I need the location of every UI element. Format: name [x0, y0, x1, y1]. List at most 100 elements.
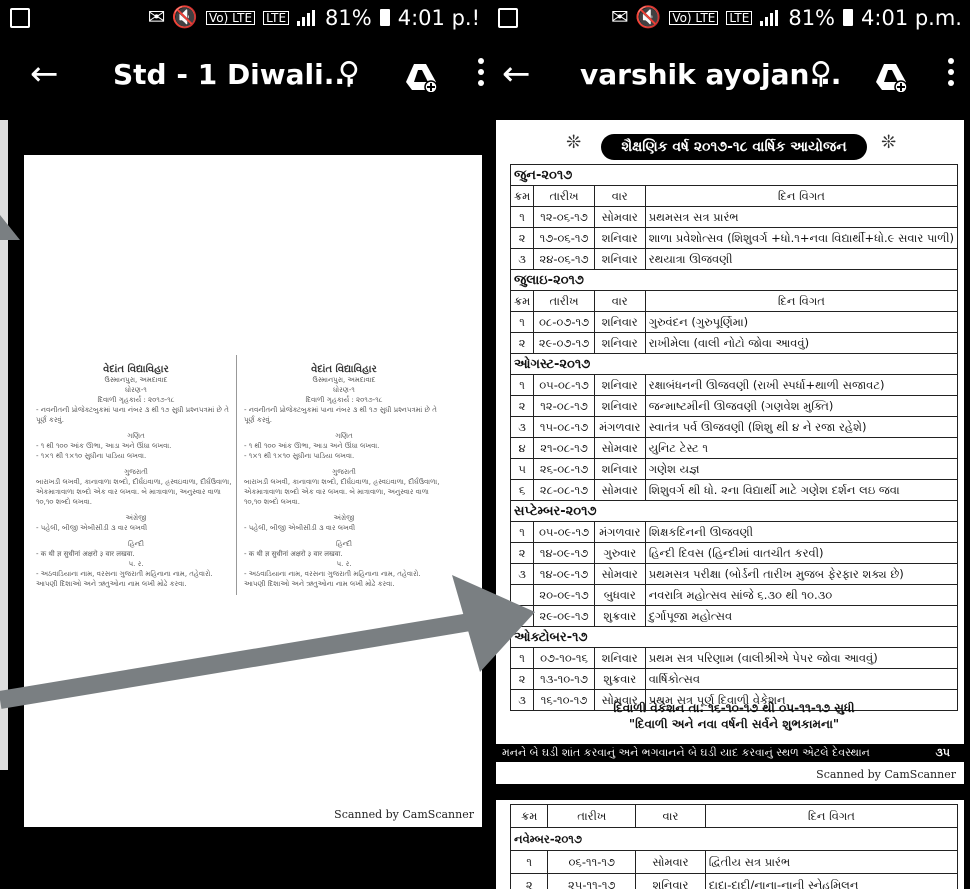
table-cell: ૧૪-૦૯-૧૭	[533, 563, 595, 585]
table-cell: ૩	[509, 248, 535, 270]
table-row: ૬ ૨૮-૦૮-૧૭ સોમવાર શિશુવર્ગ થી ધો. ૨ના વિદ્ય…	[509, 479, 959, 501]
standard: ધોરણ-૧	[125, 386, 147, 394]
table-cell: ગણેશ યજ્ઞ	[644, 458, 959, 480]
math-line: - ૧ થી ૧૦૦ આંક ઊભા, આડા અને ઊંધા લખવા.	[244, 442, 380, 450]
notification-icons: ✉ 🔇	[147, 5, 199, 29]
table-cell: ૨	[509, 668, 535, 690]
month-header: નવેમ્બર-૨૦૧૭	[510, 827, 958, 851]
hindi-heading: હિન્દી	[128, 540, 144, 548]
table-row: ૧ ૦૫-૦૯-૧૭ મંગળવાર શિક્ષકદિનની ઊજવણી	[509, 521, 959, 543]
background-edge	[0, 120, 8, 770]
ev-text: - અઠવાડિયાના નામ, વરસના ગુજરાતી મહિનાના …	[244, 570, 421, 588]
battery-icon	[379, 9, 390, 26]
back-arrow-icon[interactable]: ←	[30, 54, 59, 94]
math-heading: ગણિત	[335, 432, 353, 440]
table-cell: શનિવાર	[635, 873, 706, 889]
ev-heading: પ. ર.	[128, 560, 144, 568]
table-cell: ૧૫-૦૮-૧૭	[533, 416, 595, 438]
volte-badge: Vo) LTE	[669, 10, 719, 25]
column-header: ક્રમ	[509, 804, 549, 828]
table-cell: ૨૦-૦૯-૧૭	[533, 584, 595, 606]
month-label: ઓક્ટોબર-૧૭	[510, 626, 958, 648]
annual-plan-page: ❊ શૈક્ષણિક વર્ષ ૨૦૧૭-૧૮ વાર્ષિક આયોજન ❊ …	[496, 120, 964, 784]
table-row: ૨ ૨૫-૧૧-૧૭ શનિવાર દાદા-દાદી/નાના-નાની સ્નેહ…	[509, 873, 959, 889]
table-cell: ૩	[509, 563, 535, 585]
more-options-icon[interactable]	[948, 58, 954, 91]
gujarati-heading: ગુજરાતી	[332, 468, 356, 476]
vacation-note: દિવાળી વેકેશન તા. ૧૬-૧૦-૧૭ થી ૦૫-૧૧-૧૭ સ…	[510, 700, 958, 732]
month-header: ઓક્ટોબર-૧૭	[510, 626, 958, 648]
column-header: ક્રમ	[509, 185, 535, 207]
table-cell	[509, 584, 535, 606]
table-row: ૨ ૧૭-૦૬-૧૭ શનિવાર શાળા પ્રવેશોત્સવ (શિશુવર્…	[509, 227, 959, 249]
more-options-icon[interactable]	[478, 58, 484, 91]
month-label: જુન-૨૦૧૭	[510, 164, 958, 186]
hindi-text: - क थी ज्ञ सुधीनां अक्षरो ३ वार लखवा.	[244, 550, 343, 558]
table-cell: શનિવાર	[593, 395, 646, 417]
app-bar: ← varshik ayojan... ⚲	[488, 36, 970, 116]
standard: ધોરણ-૧	[333, 386, 355, 394]
table-cell	[509, 605, 535, 627]
page-number: ૩૫	[935, 746, 950, 759]
column-header: વાર	[635, 804, 706, 828]
scanner-watermark: Scanned by CamScanner	[816, 768, 956, 781]
status-right: ✉ 🔇 Vo) LTE LTE 81% 4:01 p.!	[148, 5, 480, 30]
table-cell: શનિવાર	[593, 332, 646, 354]
english-text: - પહેલી, બીજી એબીસીડી ૩ વાર લખવી	[36, 524, 148, 532]
schedule-table-continued: ક્રમ તારીખ વાર દિન વિગત નવેમ્બર-૨૦૧૭ ૧ ૦૬-૧૧-૧…	[509, 804, 959, 889]
notification-icons: ✉ 🔇	[610, 5, 662, 29]
month-label: ઓગસ્ટ-૨૦૧૭	[510, 353, 958, 375]
column-header: તારીખ	[547, 804, 637, 828]
table-cell: ૧	[509, 311, 535, 333]
scanner-watermark: Scanned by CamScanner	[334, 808, 474, 821]
add-to-drive-icon[interactable]	[874, 62, 908, 92]
table-cell: શનિવાર	[593, 311, 646, 333]
add-to-drive-icon[interactable]	[404, 62, 438, 92]
table-row: ૨ ૧૪-૦૯-૧૭ ગુરુવાર હિન્દી દિવસ (હિન્દીમાં વ…	[509, 542, 959, 564]
table-cell: યુનિટ ટેસ્ટ ૧	[644, 437, 959, 459]
month-label: નવેમ્બર-૨૦૧૭	[510, 827, 958, 851]
column-header: તારીખ	[533, 290, 595, 312]
column-header-row: ક્રમ તારીખ વાર દિન વિગત	[509, 185, 959, 207]
school-name: વેદાંત વિદ્યાવિહાર	[103, 364, 169, 375]
table-cell: જન્માષ્ટમીની ઊજવણી (ગણવેશ મુક્તિ)	[644, 395, 959, 417]
search-icon[interactable]: ⚲	[810, 56, 832, 91]
table-cell: સોમવાર	[593, 563, 646, 585]
ornament-icon: ❊	[881, 132, 897, 153]
table-cell: ૨	[509, 395, 535, 417]
table-row: ૩ ૧૪-૦૯-૧૭ સોમવાર પ્રથમસત્ર પરીક્ષા (બોર્ડન…	[509, 563, 959, 585]
month-header: જુલાઇ-૨૦૧૭	[510, 269, 958, 291]
table-cell: શાળા પ્રવેશોત્સવ (શિશુવર્ગ +ધો.૧+નવા વિદ…	[644, 227, 959, 249]
gujarati-text: બારાખડી લખવી, કાનાવાળા શબ્દો, દીર્ઘઇવાળા…	[244, 478, 440, 506]
table-cell: હિન્દી દિવસ (હિન્દીમાં વાતચીત કરવી)	[644, 542, 959, 564]
table-cell: ૨	[509, 873, 549, 889]
column-header: તારીખ	[533, 185, 595, 207]
hindi-heading: હિન્દી	[336, 540, 352, 548]
status-right: ✉ 🔇 Vo) LTE LTE 81% 4:01 p.m.	[611, 5, 962, 30]
plan-banner: શૈક્ષણિક વર્ષ ૨૦૧૭-૧૮ વાર્ષિક આયોજન	[601, 134, 867, 160]
search-icon[interactable]: ⚲	[338, 56, 360, 91]
table-cell: ૨	[509, 332, 535, 354]
table-cell: ૨	[509, 227, 535, 249]
table-cell: શિક્ષકદિનની ઊજવણી	[644, 521, 959, 543]
table-cell: પ્રથમ સત્ર પરિણામ (વાલીશ્રીએ પેપર જોવા આ…	[644, 647, 959, 669]
table-cell: ૦૫-૦૮-૧૭	[533, 374, 595, 396]
english-heading: અંગ્રેજી	[333, 514, 355, 522]
table-row: ૧ ૦૫-૦૮-૧૭ શનિવાર રક્ષાબંધનની ઊજવણી (રાખી સ…	[509, 374, 959, 396]
vacation-text: દિવાળી વેકેશન તા. ૧૬-૧૦-૧૭ થી ૦૫-૧૧-૧૭ સ…	[613, 701, 855, 715]
column-header: દિન વિગત	[644, 185, 959, 207]
table-cell: ૫	[509, 458, 535, 480]
table-row: ૨૦-૦૯-૧૭ બુધવાર નવરાત્રિ મહોત્સવ સાંજે ૬.૩…	[509, 584, 959, 606]
table-cell: ૦૭-૧૦-૧૬	[533, 647, 595, 669]
table-cell: શુક્રવાર	[593, 605, 646, 627]
month-header: ઓગસ્ટ-૨૦૧૭	[510, 353, 958, 375]
school-address: ઉસ્માનપુરા, અમદાવાદ	[312, 376, 376, 384]
back-arrow-icon[interactable]: ←	[502, 54, 531, 94]
table-cell: દ્વિતીય સત્ર પ્રારંભ	[704, 850, 959, 874]
intro-text: - નવનીતની પ્રોજેક્ટબુકમાં પાના નંબર ૩ થી…	[244, 406, 437, 424]
schedule-table: જુન-૨૦૧૭ ક્રમ તારીખ વાર દિન વિગત ૧ ૧૨-૦૬-૧૭ સોમ…	[509, 164, 959, 711]
school-name: વેદાંત વિદ્યાવિહાર	[311, 364, 377, 375]
table-cell: વાર્ષિકોત્સવ	[644, 668, 959, 690]
table-row: ૧ ૦૬-૧૧-૧૭ સોમવાર દ્વિતીય સત્ર પ્રારંભ	[509, 850, 959, 874]
month-label: સપ્ટેમ્બર-૨૦૧૭	[510, 500, 958, 522]
